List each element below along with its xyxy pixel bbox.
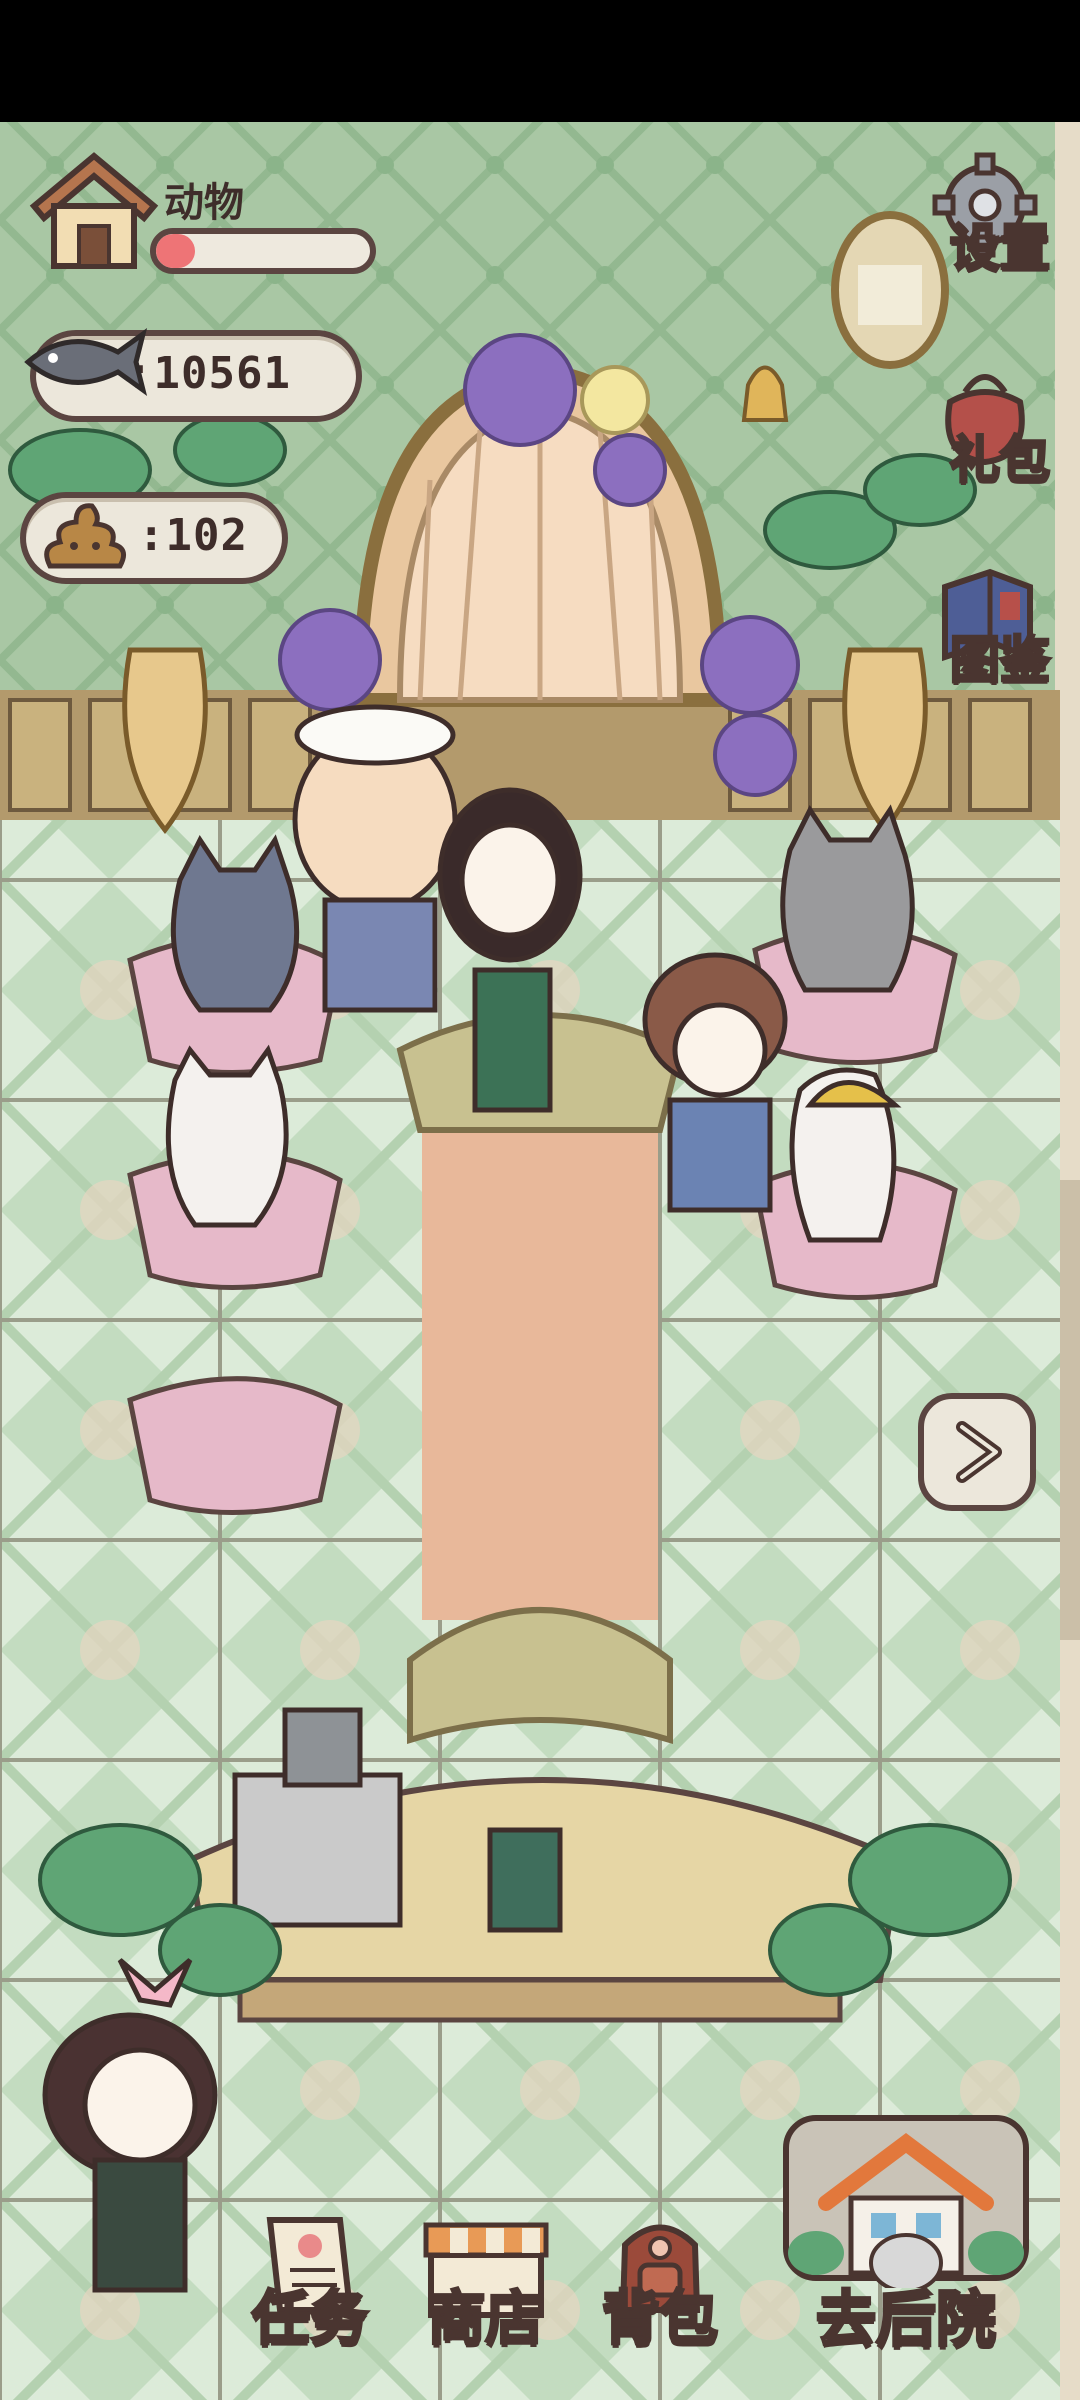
go-backyard-button[interactable]: 去后院	[756, 2108, 1056, 2358]
tasks-button[interactable]: 任务	[240, 2210, 380, 2355]
game-scene: 动物 :10561 :102 设置 礼包 图鉴 任务 商店 背包 去后院	[0, 0, 1080, 2400]
animal-panel[interactable]: 动物	[24, 146, 376, 276]
shop-button[interactable]: 商店	[408, 2210, 563, 2355]
fish-count: :10561	[126, 348, 291, 399]
animal-progress-fill	[156, 234, 195, 268]
shop-label: 商店	[426, 2283, 545, 2354]
next-area-button[interactable]	[918, 1393, 1036, 1511]
animal-progress-bar	[150, 228, 376, 274]
backyard-house-icon	[783, 2115, 1029, 2288]
settings-label: 设置	[949, 218, 1052, 279]
backpack-label: 背包	[600, 2283, 719, 2354]
gift-pack-button[interactable]: 礼包	[920, 362, 1052, 492]
house-icon	[29, 152, 159, 269]
chevron-right-icon	[956, 1421, 1002, 1483]
catalog-label: 图鉴	[949, 630, 1052, 691]
tasks-label: 任务	[250, 2283, 369, 2354]
settings-button[interactable]: 设置	[920, 150, 1052, 280]
poop-icon	[44, 503, 127, 569]
catalog-button[interactable]: 图鉴	[920, 562, 1052, 692]
backpack-button[interactable]: 背包	[590, 2210, 730, 2355]
go-backyard-label: 去后院	[815, 2284, 998, 2357]
gift-pack-label: 礼包	[949, 430, 1052, 491]
fish-icon	[24, 327, 148, 397]
animal-label: 动物	[164, 180, 244, 226]
poop-count: :102	[138, 510, 248, 561]
